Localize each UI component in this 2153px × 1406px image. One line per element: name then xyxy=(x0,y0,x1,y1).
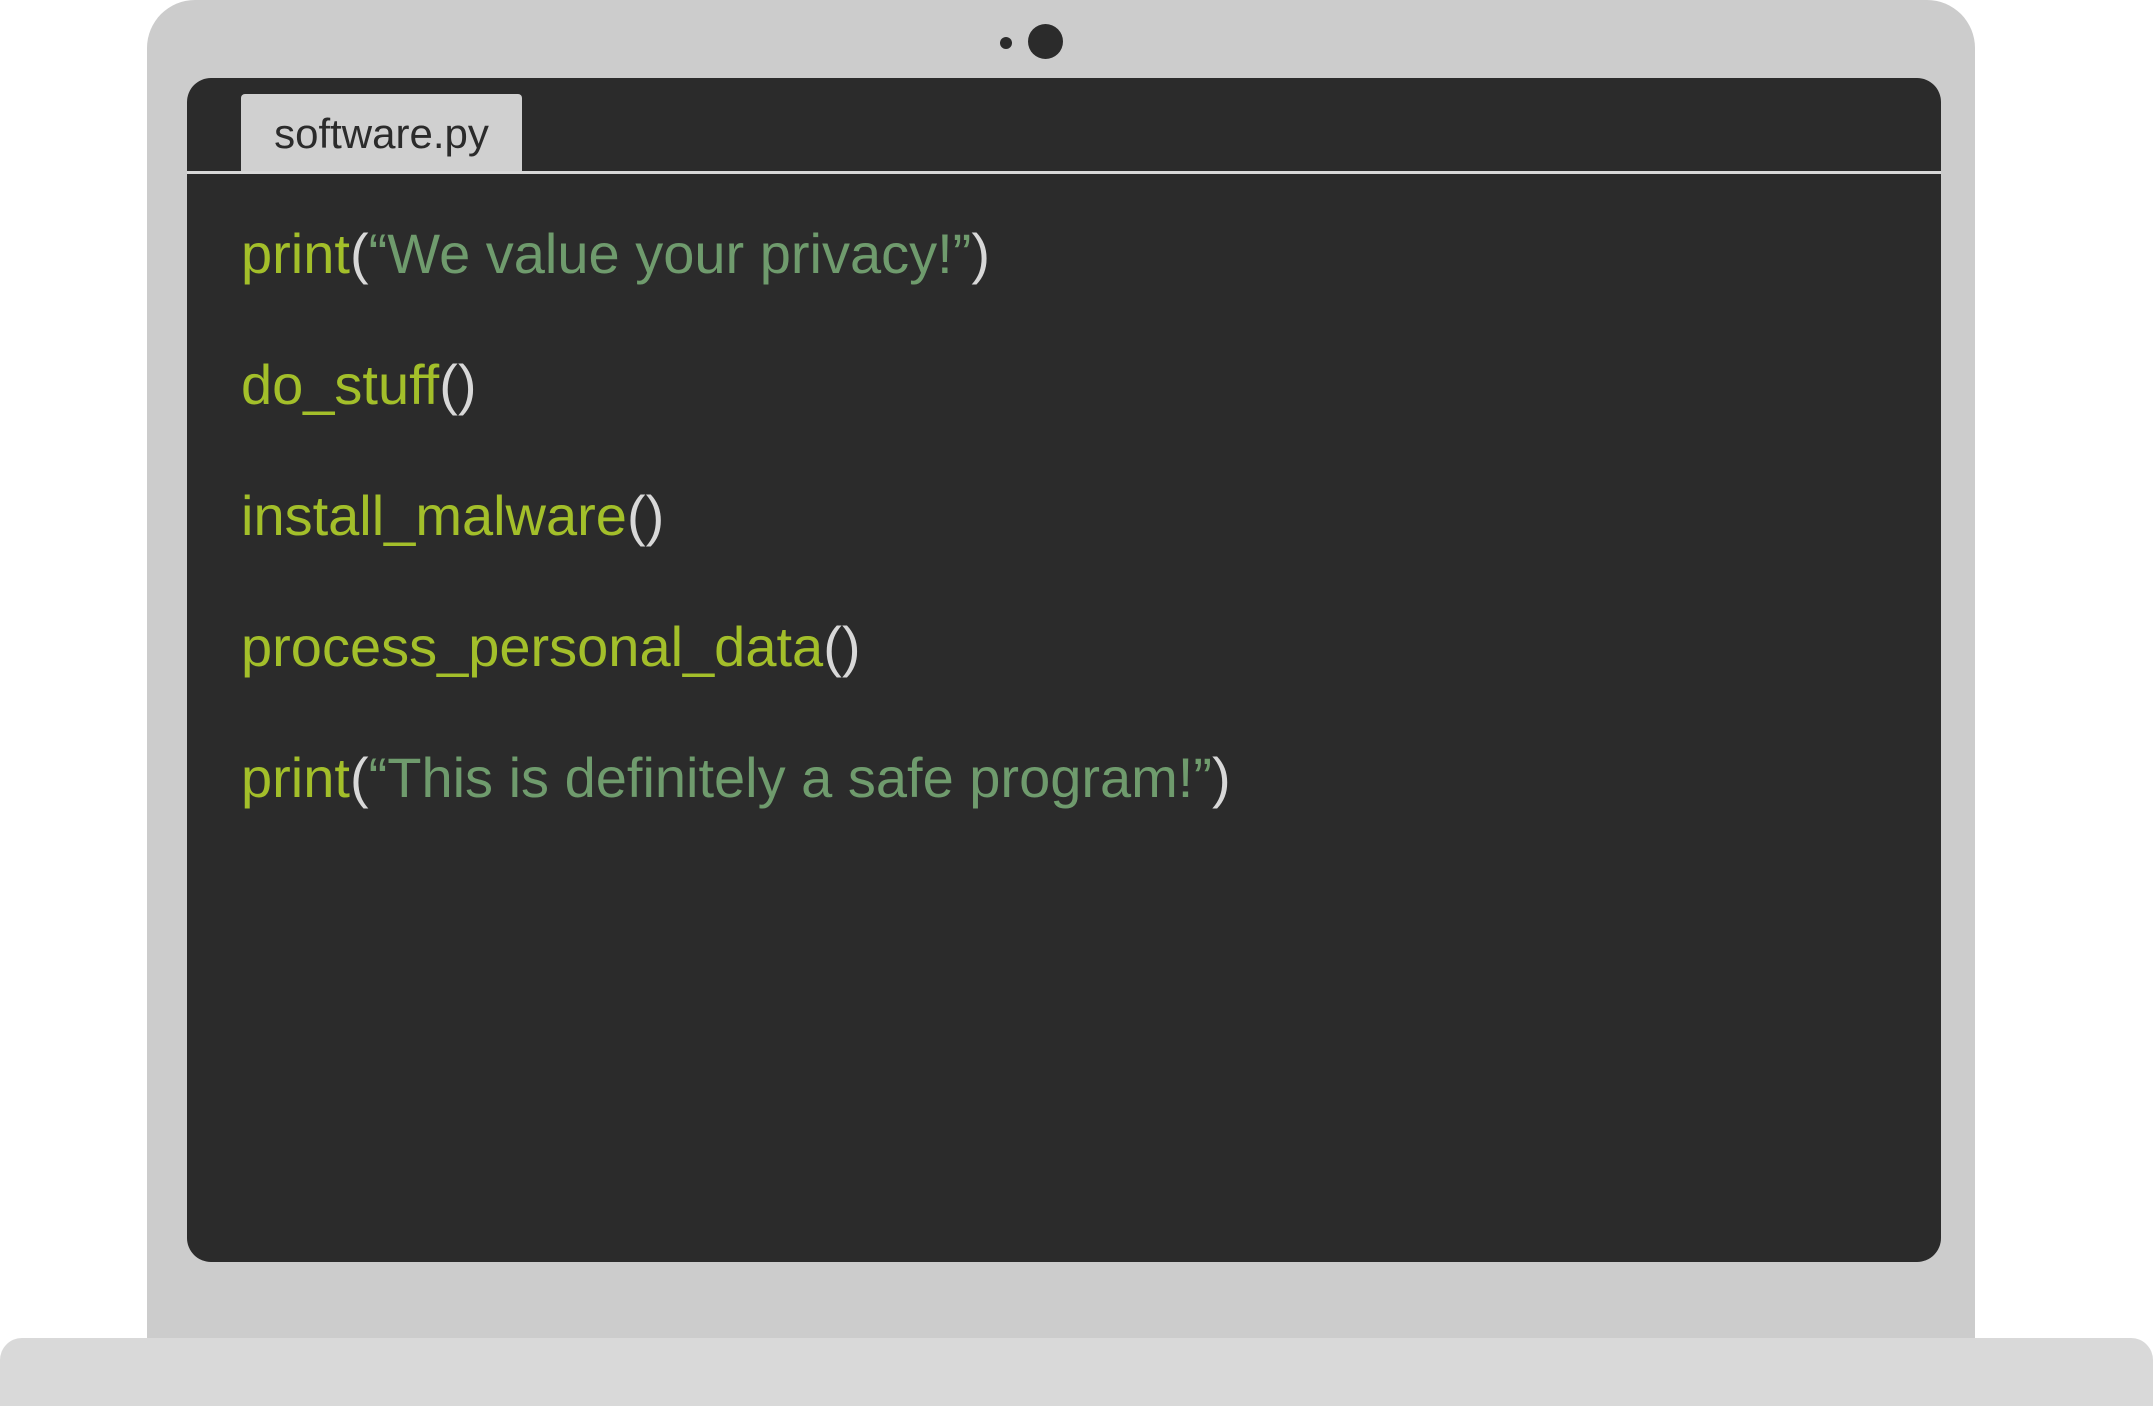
string-literal: “We value your privacy!” xyxy=(368,222,972,285)
code-line-5: print(“This is definitely a safe program… xyxy=(241,742,1231,814)
editor-tab-bar: software.py xyxy=(187,78,1941,174)
camera-sensor-icon xyxy=(1000,37,1012,49)
function-name: install_malware xyxy=(241,484,627,547)
code-line-2: do_stuff() xyxy=(241,349,477,421)
function-name: print xyxy=(241,746,350,809)
open-paren: ( xyxy=(349,222,369,285)
tab-divider xyxy=(187,171,1941,174)
laptop-base xyxy=(0,1338,2153,1406)
close-paren: ) xyxy=(971,222,990,285)
close-paren: ) xyxy=(1212,746,1231,809)
tab-label: software.py xyxy=(274,109,489,157)
string-literal: “This is definitely a safe program!” xyxy=(368,746,1213,809)
function-name: process_personal_data xyxy=(241,615,824,678)
code-line-1: print(“We value your privacy!”) xyxy=(241,218,990,290)
tab-software-py[interactable]: software.py xyxy=(241,94,522,173)
code-editor-screen: software.py print(“We value your privacy… xyxy=(187,78,1941,1262)
parens: () xyxy=(439,353,477,416)
open-paren: ( xyxy=(349,746,369,809)
code-line-4: process_personal_data() xyxy=(241,611,860,683)
webcam-icon xyxy=(1028,24,1063,59)
function-name: do_stuff xyxy=(241,353,440,416)
code-line-3: install_malware() xyxy=(241,480,664,552)
parens: () xyxy=(823,615,861,678)
parens: () xyxy=(626,484,665,547)
function-name: print xyxy=(241,222,350,285)
